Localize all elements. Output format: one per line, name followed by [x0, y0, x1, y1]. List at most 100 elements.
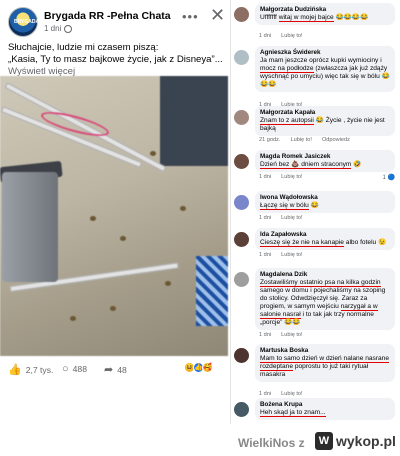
like-stat[interactable]: 👍 2,7 tys.	[8, 363, 53, 376]
comment-bubble-icon: ○	[62, 363, 69, 375]
comment-author[interactable]: Ida Zapałowska	[260, 231, 390, 239]
photo-spot	[180, 206, 186, 211]
comment-author[interactable]: Magdalena Dzik	[260, 271, 390, 279]
comment-highlight: mocz na podłodze	[260, 65, 314, 73]
photo-spot	[150, 151, 156, 156]
wykop-logo: W wykop.pl	[315, 432, 396, 450]
comment-like-button[interactable]: Lubię to!	[281, 252, 302, 258]
comment-highlight: narzygał a w salonie nasrał	[260, 303, 378, 319]
comment-highlight: witaj w mojej bajce	[278, 14, 334, 22]
more-options-icon[interactable]: •••	[182, 9, 199, 24]
thumbs-up-icon: 👍	[8, 364, 22, 376]
comment-highlight: Znam to z autopsii	[260, 117, 314, 125]
watermark-footer: WielkiNos z W wykop.pl	[0, 424, 400, 456]
comment-text: Zostawiliśmy ostatnio psa na kilka godzi…	[260, 279, 386, 326]
comment-highlight: Zostawiliśmy ostatnio psa na kilka godzi…	[260, 279, 381, 287]
comment-actions: 1 dni Lubię to!	[259, 174, 303, 180]
post-photo[interactable]	[0, 76, 228, 356]
photo-spot	[110, 306, 116, 311]
comment-author[interactable]: Iwona Wądołowska	[260, 194, 390, 202]
comment-bubble: Agnieszka Świderek Ja mam jeszcze oprócz…	[255, 46, 395, 92]
photo-bin	[2, 172, 58, 282]
comment-stat[interactable]: ○ 488	[62, 363, 87, 375]
care-reaction-icon: 🥰	[202, 362, 213, 373]
page-name[interactable]: Brygada RR -Pełna Chata	[44, 10, 171, 22]
comment-text: Znam to z autopsii 😂 Życie , życie nie j…	[260, 117, 385, 132]
comment-like-button[interactable]: Lubię to!	[290, 137, 311, 143]
post-header: BRYGADA Brygada RR -Pełna Chata 1 dni ••…	[6, 5, 226, 37]
photo-spot	[120, 236, 126, 241]
author-tag-name: WielkiNos	[238, 436, 296, 450]
like-count: 2,7 tys.	[25, 364, 54, 375]
comment-bubble: Bożena Krupa Heh skąd ja to znam...	[255, 398, 395, 420]
comment-time: 21 godz.	[259, 137, 281, 143]
comment-bubble: Małgorzata Dudzińska Ufffffff witaj w mo…	[255, 3, 395, 25]
comment-like-button[interactable]: Lubię to!	[281, 33, 302, 39]
wykop-text: wykop.pl	[336, 433, 396, 449]
comment-like-button[interactable]: Lubię to!	[281, 215, 302, 221]
comment-text: Heh skąd ja to znam...	[260, 409, 390, 417]
commenter-avatar[interactable]	[234, 232, 249, 247]
reaction-badges[interactable]: 😆 👍 🥰	[184, 362, 213, 373]
avatar-logo-text: BRYGADA	[14, 19, 40, 25]
facebook-post: BRYGADA Brygada RR -Pełna Chata 1 dni ••…	[0, 0, 228, 392]
comment-reply-button[interactable]: Odpowiedz	[322, 137, 350, 143]
comment-actions: 1 dni Lubię to!	[259, 332, 303, 338]
comment-author[interactable]: Bożena Krupa	[260, 401, 390, 409]
commenter-avatar[interactable]	[234, 110, 249, 125]
globe-icon	[64, 24, 73, 33]
comment-actions: 21 godz. Lubię to! Odpowiedz	[259, 137, 350, 143]
comment-bubble: Iwona Wądołowska Łączę się w bólu 😂	[255, 191, 395, 213]
comment-author[interactable]: Małgorzata Dudzińska	[260, 6, 390, 14]
close-icon[interactable]: ✕	[210, 5, 225, 26]
comment-time: 1 dni	[259, 252, 272, 258]
comment-bubble: Magda Romek Jasiczek Dzień bez 💩 dniem s…	[255, 150, 395, 172]
comment-actions: 1 dni Lubię to!	[259, 252, 303, 258]
page-avatar[interactable]: BRYGADA	[8, 7, 40, 37]
post-time: 1 dni	[44, 24, 62, 33]
commenter-avatar[interactable]	[234, 154, 249, 169]
comment-actions: 1 dni Lubię to!	[259, 215, 303, 221]
comment-text: Ufffffff witaj w mojej bajce 😂😂😂😂	[260, 14, 369, 22]
post-text-line2: „Kasia, Ty to masz bajkowe życie, jak z …	[8, 54, 223, 65]
commenter-avatar[interactable]	[234, 50, 249, 65]
comment-highlight: Dzień bez 💩 dniem straconym	[260, 161, 352, 169]
comment-highlight: Heh skąd ja to znam...	[260, 409, 326, 417]
comment-like-button[interactable]: Lubię to!	[281, 391, 302, 397]
photo-spot	[70, 316, 76, 321]
comment-bubble: Ida Zapałowska Cieszę się że nie na kana…	[255, 228, 395, 250]
comment-bubble: Martuska Boska Mam to samo dzień w dzień…	[255, 344, 395, 382]
share-count: 48	[117, 364, 127, 375]
comment-reaction-count[interactable]: 1 🔵	[383, 174, 395, 181]
comment-author[interactable]: Magda Romek Jasiczek	[260, 153, 390, 161]
post-text: Słuchajcie, ludzie mi czasem piszą: „Kas…	[8, 42, 224, 78]
comment-time: 1 dni	[259, 215, 272, 221]
comment-time: 1 dni	[259, 174, 272, 180]
post-text-line1: Słuchajcie, ludzie mi czasem piszą:	[8, 42, 159, 53]
comment-author[interactable]: Małgorzata Kapała	[260, 109, 390, 117]
comment-bubble: Magdalena Dzik Zostawiliśmy ostatnio psa…	[255, 268, 395, 330]
commenter-avatar[interactable]	[234, 272, 249, 287]
comment-text: Cieszę się że nie na kanapie albo fotelu…	[260, 239, 387, 247]
comment-author[interactable]: Agnieszka Świderek	[260, 49, 390, 57]
comment-text: Mam to samo dzień w dzień nalane nasrane…	[260, 355, 390, 378]
comment-like-button[interactable]: Lubię to!	[281, 332, 302, 338]
comment-time: 1 dni	[259, 391, 272, 397]
comment-text: Ja mam jeszcze oprócz kupki wymiociny i …	[260, 57, 390, 88]
photo-blue-rug	[196, 256, 228, 326]
comment-bubble: Małgorzata Kapała Znam to z autopsii 😂 Ż…	[255, 106, 395, 136]
comment-highlight: Łączę się w bólu	[260, 202, 309, 210]
share-arrow-icon: ➦	[104, 364, 114, 376]
comment-time: 1 dni	[259, 332, 272, 338]
commenter-avatar[interactable]	[234, 348, 249, 363]
commenter-avatar[interactable]	[234, 402, 249, 417]
commenter-avatar[interactable]	[234, 195, 249, 210]
post-stats: 👍 2,7 tys. ○ 488 ➦ 48 😆 👍 🥰	[0, 360, 228, 380]
comment-author[interactable]: Martuska Boska	[260, 347, 390, 355]
author-tag: WielkiNos z	[238, 436, 305, 450]
photo-spot	[165, 281, 171, 286]
comment-like-button[interactable]: Lubię to!	[281, 174, 302, 180]
comment-text: Dzień bez 💩 dniem straconym 🤣	[260, 161, 362, 169]
share-stat[interactable]: ➦ 48	[104, 363, 127, 376]
commenter-avatar[interactable]	[234, 7, 249, 22]
